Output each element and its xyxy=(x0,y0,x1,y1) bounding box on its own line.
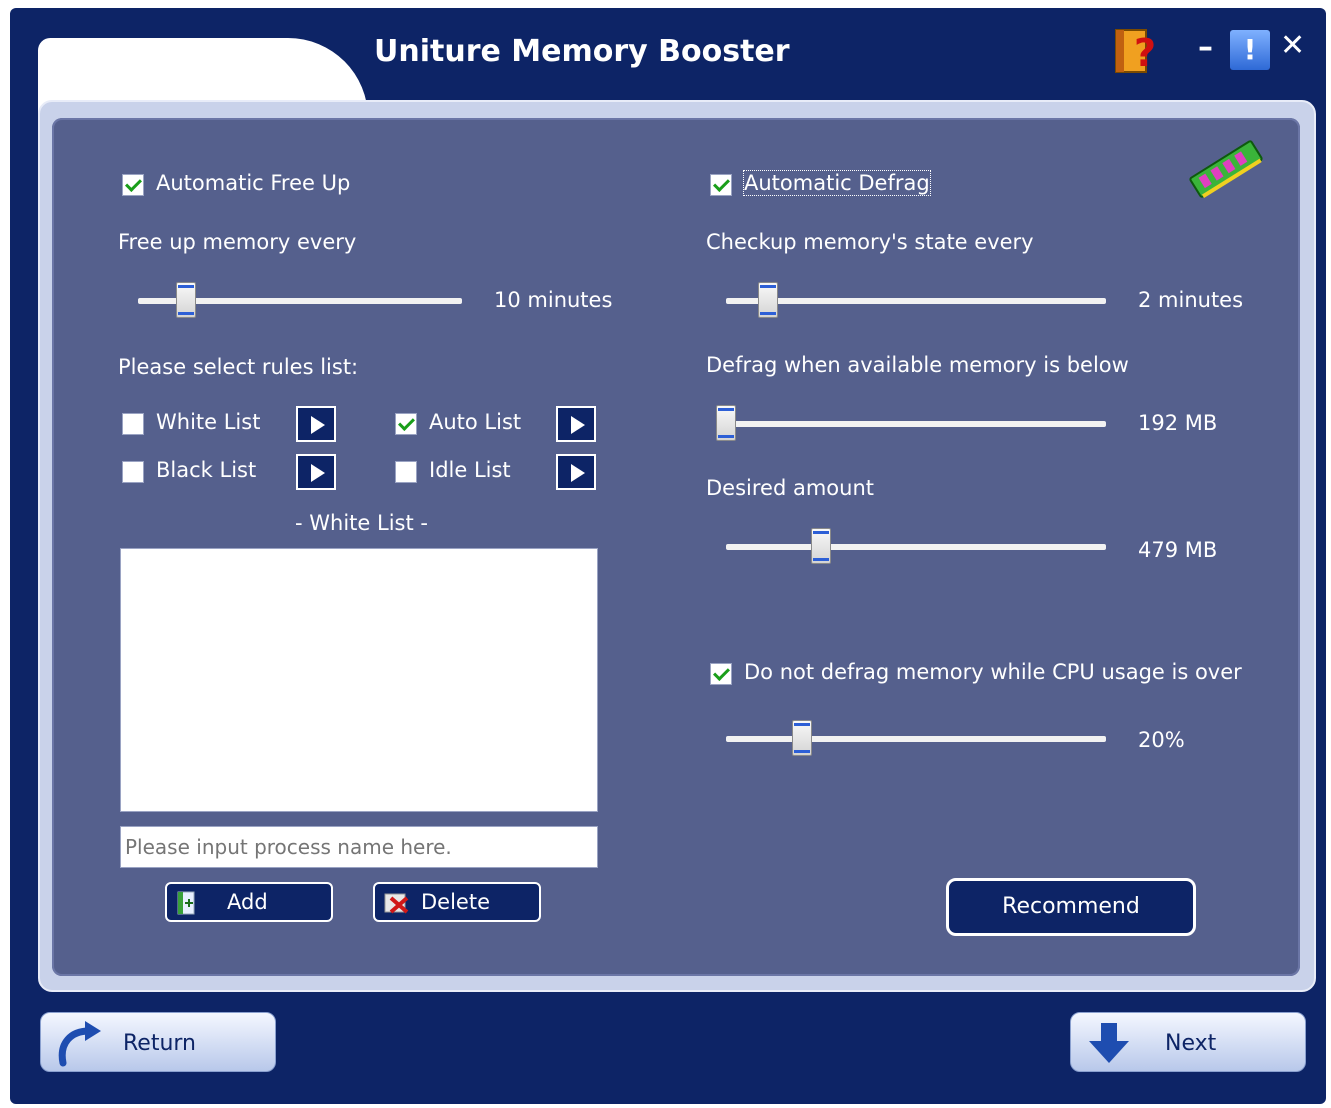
defrag-below-slider-thumb[interactable] xyxy=(716,405,736,441)
white-list-checkbox[interactable] xyxy=(122,413,144,435)
black-list-label: Black List xyxy=(156,458,257,482)
cpu-limit-label: Do not defrag memory while CPU usage is … xyxy=(744,660,1242,684)
recommend-button[interactable]: Recommend xyxy=(946,878,1196,936)
next-button[interactable]: Next xyxy=(1070,1012,1306,1072)
process-listbox[interactable] xyxy=(120,548,598,812)
automatic-free-up-checkbox[interactable] xyxy=(122,174,144,196)
auto-list-label: Auto List xyxy=(429,410,522,434)
desired-amount-slider-thumb[interactable] xyxy=(811,528,831,564)
desired-amount-label: Desired amount xyxy=(706,476,874,500)
delete-button-label: Delete xyxy=(421,890,490,914)
add-process-icon xyxy=(177,891,195,915)
idle-list-checkbox[interactable] xyxy=(395,461,417,483)
delete-process-icon xyxy=(384,893,409,914)
defrag-below-value: 192 MB xyxy=(1138,411,1218,435)
list-title: - White List - xyxy=(295,511,428,535)
auto-list-checkbox[interactable] xyxy=(395,413,417,435)
cpu-limit-value: 20% xyxy=(1138,728,1185,752)
close-button[interactable]: ✕ xyxy=(1280,28,1305,63)
free-up-interval-label: Free up memory every xyxy=(118,230,357,254)
process-name-input[interactable] xyxy=(120,826,598,868)
checkup-slider-thumb[interactable] xyxy=(758,282,778,318)
rules-list-label: Please select rules list: xyxy=(118,355,359,379)
white-list-label: White List xyxy=(156,410,261,434)
help-icon[interactable]: ? xyxy=(1112,26,1164,76)
desired-amount-value: 479 MB xyxy=(1138,538,1218,562)
automatic-defrag-label: Automatic Defrag xyxy=(743,170,931,196)
automatic-defrag-checkbox[interactable] xyxy=(710,174,732,196)
black-list-play-button[interactable] xyxy=(296,454,336,490)
white-list-play-button[interactable] xyxy=(296,406,336,442)
black-list-checkbox[interactable] xyxy=(122,461,144,483)
idle-list-play-button[interactable] xyxy=(556,454,596,490)
window-title: Uniture Memory Booster xyxy=(374,34,790,69)
return-arrow-icon xyxy=(58,1021,101,1067)
checkup-interval-value: 2 minutes xyxy=(1138,288,1244,312)
auto-list-play-button[interactable] xyxy=(556,406,596,442)
add-button-label: Add xyxy=(227,890,268,914)
free-up-slider-thumb[interactable] xyxy=(176,282,196,318)
add-button[interactable]: Add xyxy=(165,882,333,922)
next-button-label: Next xyxy=(1165,1031,1217,1056)
cpu-limit-slider-thumb[interactable] xyxy=(792,720,812,756)
info-button[interactable]: ! xyxy=(1230,30,1270,70)
return-button[interactable]: Return xyxy=(40,1012,276,1072)
idle-list-label: Idle List xyxy=(429,458,511,482)
svg-text:?: ? xyxy=(1134,31,1156,75)
cpu-limit-slider-track[interactable] xyxy=(726,736,1106,742)
memory-module-icon xyxy=(1189,140,1263,199)
checkup-slider-track[interactable] xyxy=(726,298,1106,304)
defrag-below-slider-track[interactable] xyxy=(726,421,1106,427)
defrag-below-label: Defrag when available memory is below xyxy=(706,353,1129,377)
free-up-interval-value: 10 minutes xyxy=(494,288,613,312)
next-arrow-icon xyxy=(1089,1023,1129,1063)
automatic-free-up-label: Automatic Free Up xyxy=(156,171,351,195)
cpu-limit-checkbox[interactable] xyxy=(710,663,732,685)
desired-amount-slider-track[interactable] xyxy=(726,544,1106,550)
checkup-interval-label: Checkup memory's state every xyxy=(706,230,1034,254)
minimize-button[interactable]: – xyxy=(1198,30,1213,65)
return-button-label: Return xyxy=(123,1031,197,1056)
delete-button[interactable]: Delete xyxy=(373,882,541,922)
